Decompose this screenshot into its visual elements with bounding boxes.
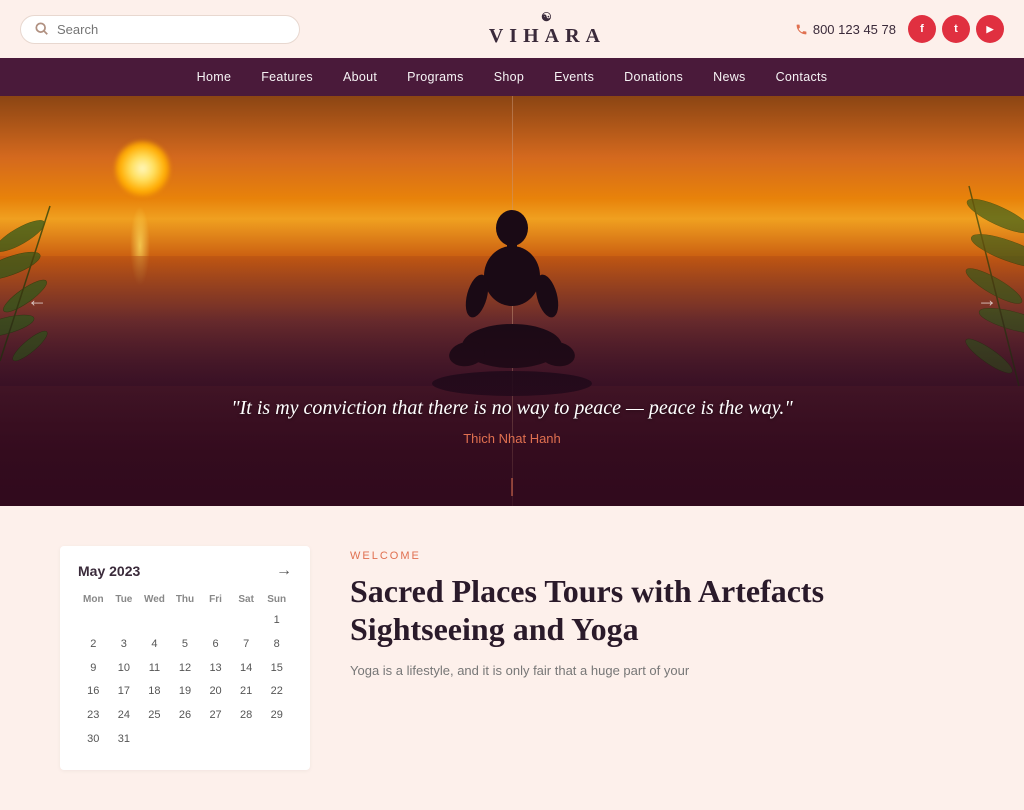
sun-glow [115, 141, 170, 196]
nav-home[interactable]: Home [197, 70, 232, 84]
welcome-body: Yoga is a lifestyle, and it is only fair… [350, 661, 964, 682]
nav-about[interactable]: About [343, 70, 377, 84]
phone-number: 800 123 45 78 [795, 22, 896, 37]
site-logo: ☯ VIHARA [489, 10, 606, 48]
cal-header-fri: Fri [200, 594, 231, 605]
calendar-month-year: May 2023 [78, 563, 140, 579]
main-nav: Home Features About Programs Shop Events… [0, 58, 1024, 96]
slider-prev-button[interactable]: ← [15, 285, 59, 318]
welcome-title: Sacred Places Tours with Artefacts Sight… [350, 572, 964, 649]
nav-contacts[interactable]: Contacts [776, 70, 828, 84]
cal-header-sun: Sun [261, 594, 292, 605]
welcome-label: Welcome [350, 550, 964, 562]
search-icon [35, 22, 49, 36]
cal-header-mon: Mon [78, 594, 109, 605]
calendar-row-2: 2 3 4 5 6 7 8 [78, 635, 292, 655]
nav-donations[interactable]: Donations [624, 70, 683, 84]
facebook-button[interactable]: f [908, 15, 936, 43]
cal-header-sat: Sat [231, 594, 262, 605]
slider-indicator [512, 478, 513, 496]
cal-header-tue: Tue [109, 594, 140, 605]
calendar-row-5: 23 24 25 26 27 28 29 [78, 706, 292, 726]
calendar-next-button[interactable]: → [276, 562, 292, 580]
bottom-section: May 2023 → Mon Tue Wed Thu Fri Sat Sun [0, 506, 1024, 810]
youtube-button[interactable]: ▶ [976, 15, 1004, 43]
nav-features[interactable]: Features [261, 70, 313, 84]
calendar-row-1: 1 [78, 611, 292, 631]
quote-author: Thich Nhat Hanh [160, 431, 864, 446]
calendar-header: May 2023 → [78, 562, 292, 580]
nav-programs[interactable]: Programs [407, 70, 464, 84]
welcome-section: Welcome Sacred Places Tours with Artefac… [350, 546, 964, 770]
calendar-day-headers: Mon Tue Wed Thu Fri Sat Sun [78, 594, 292, 605]
calendar-row-6: 30 31 [78, 730, 292, 750]
logo-text: VIHARA [489, 25, 606, 47]
social-icons: f t ▶ [908, 15, 1004, 43]
indicator-line [512, 478, 513, 496]
search-bar[interactable] [20, 15, 300, 44]
cal-header-wed: Wed [139, 594, 170, 605]
quote-text: "It is my conviction that there is no wa… [160, 393, 864, 423]
twitter-button[interactable]: t [942, 15, 970, 43]
search-input[interactable] [57, 22, 277, 37]
phone-icon [795, 23, 808, 36]
phone-text: 800 123 45 78 [813, 22, 896, 37]
cal-header-thu: Thu [170, 594, 201, 605]
nav-shop[interactable]: Shop [494, 70, 524, 84]
calendar-card: May 2023 → Mon Tue Wed Thu Fri Sat Sun [60, 546, 310, 770]
logo-symbol: ☯ [489, 10, 606, 25]
calendar-row-4: 16 17 18 19 20 21 22 [78, 682, 292, 702]
site-header: ☯ VIHARA 800 123 45 78 f t ▶ [0, 0, 1024, 58]
hero-quote: "It is my conviction that there is no wa… [0, 393, 1024, 446]
nav-events[interactable]: Events [554, 70, 594, 84]
slider-next-button[interactable]: → [965, 285, 1009, 318]
hero-section: "It is my conviction that there is no wa… [0, 96, 1024, 506]
nav-news[interactable]: News [713, 70, 745, 84]
calendar-row-3: 9 10 11 12 13 14 15 [78, 659, 292, 679]
calendar-grid: Mon Tue Wed Thu Fri Sat Sun 1 2 3 [78, 594, 292, 750]
header-right: 800 123 45 78 f t ▶ [795, 15, 1004, 43]
